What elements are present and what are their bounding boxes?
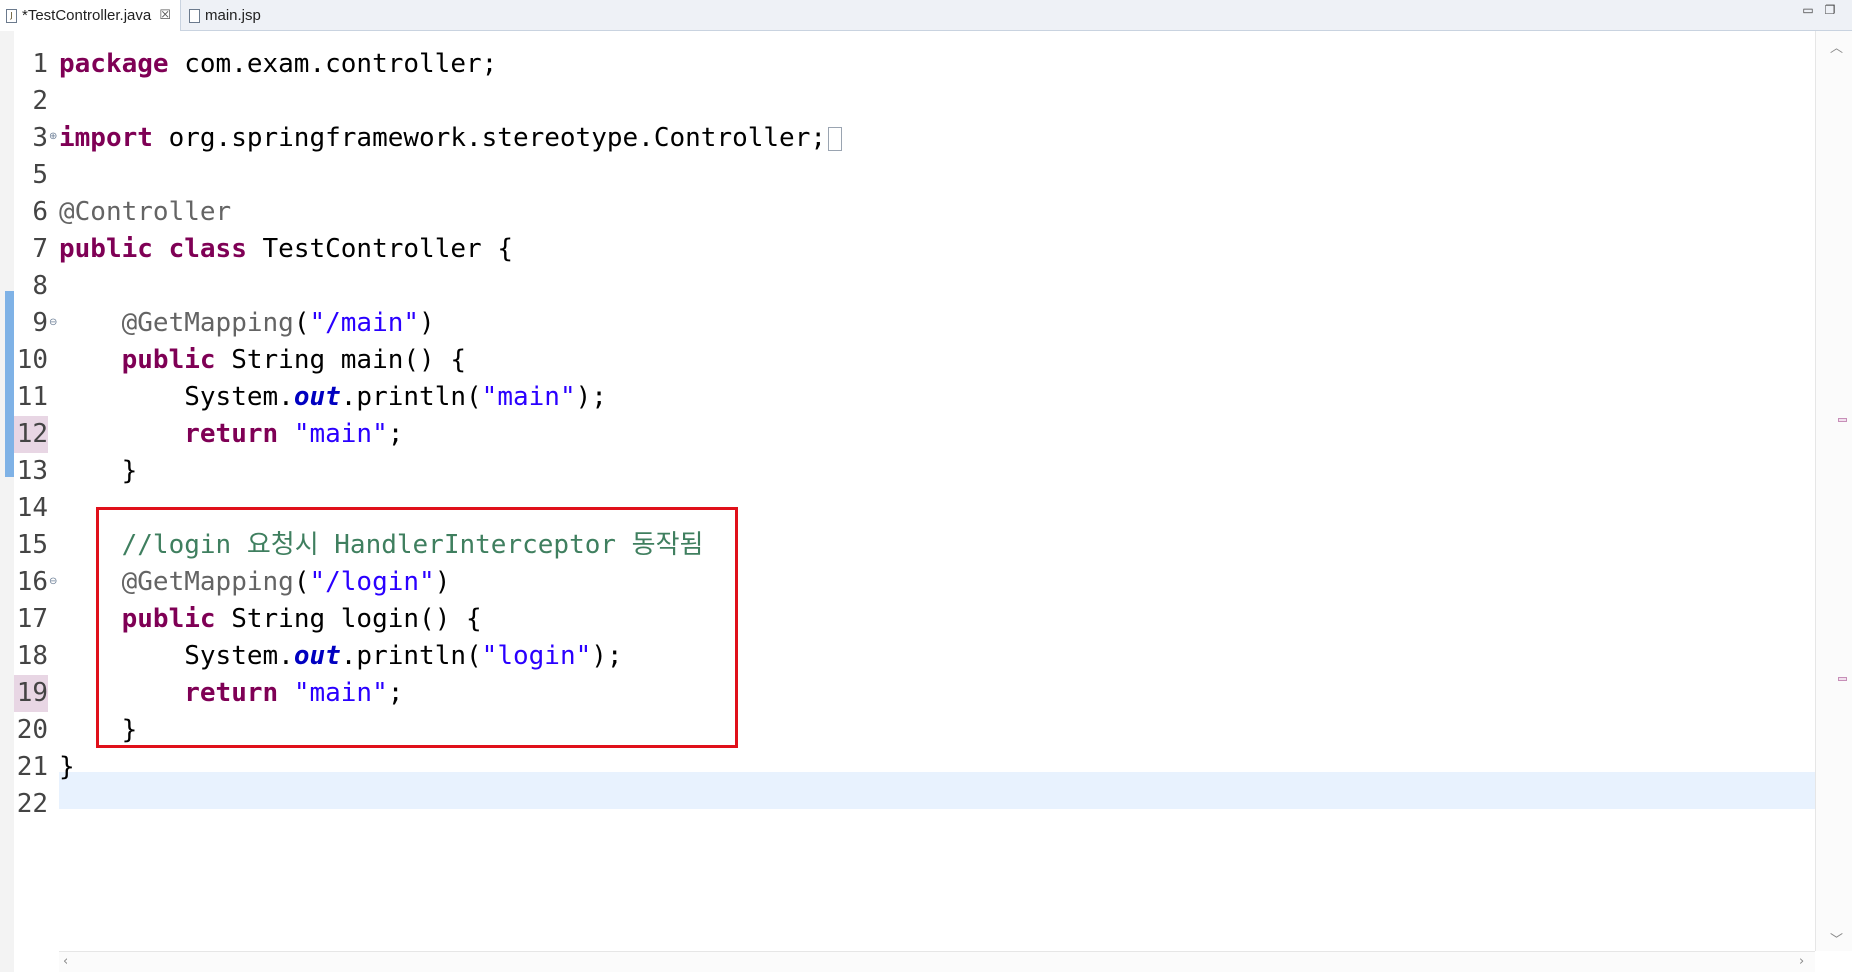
code-line-6: @Controller xyxy=(59,197,232,227)
minimize-icon[interactable]: ▭ xyxy=(1800,4,1816,18)
close-icon[interactable]: ☒ xyxy=(159,8,171,23)
line-number: 22 xyxy=(16,789,48,819)
line-number: 17 xyxy=(16,604,48,634)
code-line-3: import org.springframework.stereotype.Co… xyxy=(59,120,843,157)
code-line-11: System.out.println("main"); xyxy=(184,382,607,412)
code-line-21: } xyxy=(59,752,75,782)
code-line-10: public String main() { xyxy=(121,345,466,375)
line-number: 8 xyxy=(32,271,48,301)
code-line-9: @GetMapping("/main") xyxy=(121,308,435,338)
collapse-fold-icon[interactable]: ⊖ xyxy=(49,576,57,587)
code-line-13: } xyxy=(121,456,138,486)
line-number: 14 xyxy=(16,493,48,523)
scroll-left-icon[interactable]: ‹ xyxy=(63,954,68,969)
code-line-7: public class TestController { xyxy=(59,234,513,264)
vertical-scrollbar[interactable]: ︿ ﹀ xyxy=(1815,31,1852,951)
line-number: 2 xyxy=(32,86,48,116)
line-number: 3 xyxy=(32,123,48,153)
occurrence-marker[interactable] xyxy=(1838,677,1847,681)
occurrence-marker[interactable] xyxy=(1838,418,1847,422)
code-editor[interactable]: 1 2 3 ⊕ 5 6 7 8 9 ⊖ 10 11 12 13 14 15 16… xyxy=(0,31,1852,972)
java-file-icon: J xyxy=(6,8,17,23)
folded-imports-indicator[interactable] xyxy=(828,126,843,151)
line-number: 11 xyxy=(16,382,48,412)
code-text-area[interactable]: package com.exam.controller; import org.… xyxy=(59,31,1815,951)
horizontal-scrollbar[interactable]: ‹ › xyxy=(59,951,1815,972)
line-number-occurrence: 19 xyxy=(14,675,48,712)
line-number: 10 xyxy=(16,345,48,375)
tab-label: main.jsp xyxy=(205,7,261,24)
expand-fold-icon[interactable]: ⊕ xyxy=(49,131,57,142)
code-line-1: package com.exam.controller; xyxy=(59,49,498,79)
tab-testcontroller-java[interactable]: J *TestController.java ☒ xyxy=(0,0,181,31)
line-number: 13 xyxy=(16,456,48,486)
line-number: 15 xyxy=(16,530,48,560)
line-number: 7 xyxy=(32,234,48,264)
line-number: 16 xyxy=(16,567,48,597)
scroll-right-icon[interactable]: › xyxy=(1799,954,1804,969)
restore-icon[interactable]: ❐ xyxy=(1822,4,1838,18)
jsp-file-icon xyxy=(189,8,200,23)
editor-tab-bar: J *TestController.java ☒ main.jsp ▭ ❐ xyxy=(0,0,1852,31)
line-number: 18 xyxy=(16,641,48,671)
annotation-highlight-box xyxy=(96,507,738,748)
line-number-ruler: 1 2 3 ⊕ 5 6 7 8 9 ⊖ 10 11 12 13 14 15 16… xyxy=(14,31,59,951)
scroll-up-icon[interactable]: ︿ xyxy=(1830,37,1843,56)
line-number: 21 xyxy=(16,752,48,782)
line-number-occurrence: 12 xyxy=(14,416,48,453)
collapse-fold-icon[interactable]: ⊖ xyxy=(49,317,57,328)
left-ruler xyxy=(0,31,14,972)
line-number: 6 xyxy=(32,197,48,227)
line-number: 9 xyxy=(32,308,48,338)
code-line-12: return "main"; xyxy=(184,419,404,449)
tab-main-jsp[interactable]: main.jsp xyxy=(183,0,283,31)
line-number: 1 xyxy=(32,49,48,79)
line-number: 5 xyxy=(32,160,48,190)
quick-diff-bar xyxy=(5,291,14,477)
tab-label: *TestController.java xyxy=(22,7,152,24)
line-number: 20 xyxy=(16,715,48,745)
scroll-down-icon[interactable]: ﹀ xyxy=(1830,929,1843,948)
